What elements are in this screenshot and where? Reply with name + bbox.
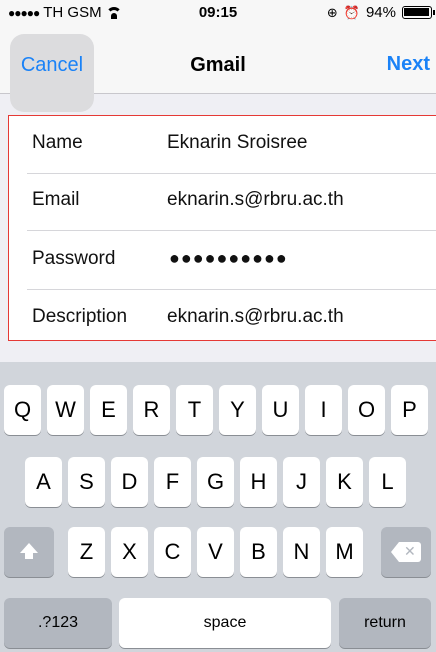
delete-key[interactable]: ✕ (381, 527, 431, 577)
key-e[interactable]: E (90, 385, 127, 435)
battery-icon (402, 6, 435, 19)
description-field[interactable]: eknarin.s@rbru.ac.th (167, 306, 344, 328)
key-l[interactable]: L (369, 457, 406, 507)
key-d[interactable]: D (111, 457, 148, 507)
key-f[interactable]: F (154, 457, 191, 507)
battery-percent: 94% (365, 4, 396, 21)
name-field[interactable]: Eknarin Sroisree (167, 132, 307, 154)
keyboard: Q W E R T Y U I O P A S D F G H J K L Z … (0, 362, 436, 652)
name-row[interactable]: Name Eknarin Sroisree (9, 116, 436, 174)
key-o[interactable]: O (348, 385, 385, 435)
email-row[interactable]: Email eknarin.s@rbru.ac.th (9, 173, 436, 231)
key-g[interactable]: G (197, 457, 234, 507)
key-b[interactable]: B (240, 527, 277, 577)
status-right: ⊕ ⏰ 94% (326, 4, 435, 21)
password-label: Password (32, 248, 116, 269)
email-label: Email (32, 189, 80, 210)
shift-key[interactable] (4, 527, 54, 577)
key-t[interactable]: T (176, 385, 213, 435)
numbers-key[interactable]: .?123 (4, 598, 112, 648)
key-w[interactable]: W (47, 385, 84, 435)
key-x[interactable]: X (111, 527, 148, 577)
key-y[interactable]: Y (219, 385, 256, 435)
key-u[interactable]: U (262, 385, 299, 435)
navigation-bar: Cancel Gmail Next (0, 26, 436, 112)
key-p[interactable]: P (391, 385, 428, 435)
key-j[interactable]: J (283, 457, 320, 507)
space-key[interactable]: space (119, 598, 331, 648)
next-button[interactable]: Next (387, 53, 430, 76)
password-field[interactable]: ●●●●●●●●●● (169, 248, 288, 269)
key-m[interactable]: M (326, 527, 363, 577)
name-label: Name (32, 132, 83, 153)
rotation-lock-icon: ⊕ (326, 4, 338, 20)
row-divider (27, 230, 436, 231)
email-field[interactable]: eknarin.s@rbru.ac.th (167, 189, 344, 211)
description-row[interactable]: Description eknarin.s@rbru.ac.th (9, 290, 436, 348)
key-v[interactable]: V (197, 527, 234, 577)
shift-icon (20, 543, 38, 559)
key-a[interactable]: A (25, 457, 62, 507)
key-k[interactable]: K (326, 457, 363, 507)
key-n[interactable]: N (283, 527, 320, 577)
key-i[interactable]: I (305, 385, 342, 435)
delete-icon: ✕ (391, 542, 421, 562)
account-form: Name Eknarin Sroisree Email eknarin.s@rb… (8, 115, 436, 341)
page-title: Gmail (190, 54, 246, 76)
password-row[interactable]: Password ●●●●●●●●●● (9, 232, 436, 290)
key-r[interactable]: R (133, 385, 170, 435)
key-s[interactable]: S (68, 457, 105, 507)
description-label: Description (32, 306, 128, 327)
key-c[interactable]: C (154, 527, 191, 577)
return-key[interactable]: return (339, 598, 431, 648)
key-q[interactable]: Q (4, 385, 41, 435)
key-z[interactable]: Z (68, 527, 105, 577)
key-h[interactable]: H (240, 457, 277, 507)
alarm-icon: ⏰ (343, 4, 360, 20)
status-bar: ●●●●● TH GSM 09:15 ⊕ ⏰ 94% (0, 0, 436, 26)
